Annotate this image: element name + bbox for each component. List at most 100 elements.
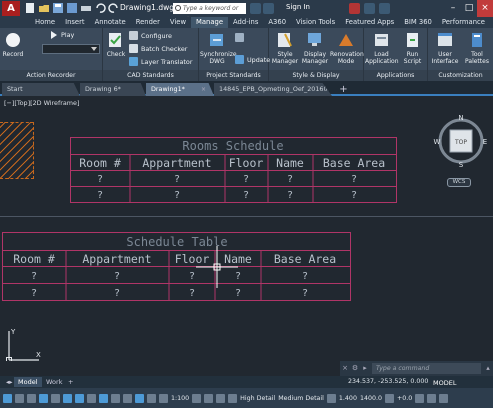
chevron-up-icon[interactable]: ▴ — [483, 361, 493, 376]
clean-screen-icon[interactable] — [427, 393, 437, 403]
record-button[interactable]: Record — [2, 31, 24, 58]
lock-ui-icon[interactable] — [228, 393, 238, 403]
file-tab-opmeting[interactable]: 14845_EPB_Opmeting_Oef_20160929* — [214, 83, 332, 96]
compass-north[interactable]: N — [458, 114, 463, 122]
sign-in-button[interactable]: Sign In — [286, 3, 310, 11]
binoculars-icon[interactable] — [250, 3, 261, 14]
wcs-menu[interactable]: WCS — [447, 178, 471, 187]
cut-plane-value[interactable]: 1400.0 — [360, 395, 382, 402]
close-tab-icon[interactable]: × — [201, 83, 206, 96]
lineweight-icon[interactable] — [111, 393, 120, 403]
close-icon[interactable]: × — [477, 0, 493, 17]
action-macro-dropdown[interactable] — [42, 44, 100, 54]
snap-icon[interactable] — [15, 393, 24, 403]
schedule-table[interactable]: Schedule Table Room # Appartment Floor N… — [2, 232, 354, 302]
model-space-toggle[interactable]: MODEL — [431, 378, 459, 388]
save-as-icon[interactable] — [66, 2, 78, 14]
tab-featured-apps[interactable]: Featured Apps — [340, 17, 399, 28]
maximize-icon[interactable]: □ — [461, 0, 477, 17]
synchronize-dwg-button[interactable]: Synchronize DWG — [200, 31, 237, 65]
compass-west[interactable]: W — [434, 138, 441, 146]
close-icon[interactable]: × — [340, 361, 350, 376]
file-tab-drawing6[interactable]: Drawing 6* — [80, 83, 146, 96]
viewport-controls-label[interactable]: [−][Top][2D Wireframe] — [4, 99, 79, 107]
dynamic-input-icon[interactable] — [39, 393, 48, 403]
layer-translator-button[interactable]: Layer Translator — [129, 57, 192, 66]
tab-model[interactable]: Model — [14, 377, 42, 387]
check-button[interactable]: Check — [105, 31, 127, 58]
tab-manage[interactable]: Manage — [191, 17, 229, 28]
elevation-offset[interactable]: +0.0 — [397, 395, 412, 402]
exchange-icon[interactable] — [349, 3, 360, 14]
units-icon[interactable] — [204, 393, 214, 403]
tab-a360[interactable]: A360 — [263, 17, 291, 28]
infer-constraints-icon[interactable] — [27, 393, 36, 403]
renovation-mode-button[interactable]: Renovation Mode — [330, 31, 364, 65]
file-tab-drawing1[interactable]: Drawing1* × — [146, 83, 214, 96]
tab-annotate[interactable]: Annotate — [90, 17, 131, 28]
tab-bim-360[interactable]: BIM 360 — [399, 17, 437, 28]
tab-performance[interactable]: Performance — [437, 17, 490, 28]
project-standards-button[interactable] — [235, 33, 244, 42]
search-input[interactable]: Type a keyword or phrase — [173, 3, 246, 23]
configure-button[interactable]: Configure — [129, 31, 172, 40]
drawing-canvas[interactable]: [−][Top][2D Wireframe] Rooms Schedule Ro… — [0, 96, 493, 361]
save-icon[interactable] — [52, 2, 64, 14]
annotation-scale[interactable]: 1:100 — [171, 395, 189, 402]
workspace-icon[interactable] — [192, 393, 202, 403]
tab-insert[interactable]: Insert — [60, 17, 90, 28]
quick-properties-icon[interactable] — [216, 393, 226, 403]
transparency-icon[interactable] — [123, 393, 132, 403]
open-icon[interactable] — [38, 2, 50, 14]
surface-hatch-icon[interactable] — [326, 393, 336, 403]
customization-menu-icon[interactable] — [439, 393, 449, 403]
selection-cycling-icon[interactable] — [135, 393, 144, 403]
auto-scale-icon[interactable] — [159, 393, 168, 403]
play-button[interactable]: Play — [50, 31, 74, 39]
elevation-value[interactable]: 1.400 — [339, 395, 357, 402]
tab-view[interactable]: View — [165, 17, 191, 28]
style-manager-button[interactable]: Style Manager — [271, 31, 299, 65]
annotation-visibility-icon[interactable] — [147, 393, 156, 403]
display-configuration-medium[interactable]: Medium Detail — [278, 395, 324, 402]
add-layout-button[interactable]: + — [64, 377, 77, 387]
redo-icon[interactable] — [108, 2, 120, 14]
isometric-icon[interactable] — [75, 393, 84, 403]
coordinate-readout[interactable]: 234.537, -253.525, 0.000 — [348, 376, 428, 388]
ortho-icon[interactable] — [51, 393, 60, 403]
object-snap-tracking-icon[interactable] — [87, 393, 96, 403]
undo-icon[interactable] — [94, 2, 106, 14]
viewcube[interactable]: TOP N S E W — [432, 112, 490, 187]
a360-icon[interactable] — [364, 3, 375, 14]
tab-add-ins[interactable]: Add-ins — [228, 17, 263, 28]
tab-work[interactable]: Work — [42, 377, 66, 387]
object-snap-icon[interactable] — [99, 393, 108, 403]
update-button[interactable]: Update — [235, 55, 270, 64]
plot-icon[interactable] — [80, 2, 92, 14]
wrench-icon[interactable]: ⚙ — [350, 361, 360, 376]
command-history-icon[interactable]: ▸ — [360, 361, 370, 376]
compass-south[interactable]: S — [459, 161, 464, 169]
new-icon[interactable] — [24, 2, 36, 14]
display-configuration-high[interactable]: High Detail — [240, 395, 275, 402]
tab-vision-tools[interactable]: Vision Tools — [291, 17, 340, 28]
grid-icon[interactable] — [3, 393, 12, 403]
minimize-icon[interactable]: – — [445, 0, 461, 17]
rooms-schedule-table[interactable]: Rooms Schedule Room # Appartment Floor N… — [70, 137, 398, 205]
application-menu-button[interactable]: A — [2, 1, 20, 16]
batch-checker-button[interactable]: Batch Checker — [129, 44, 187, 53]
user-interface-button[interactable]: User Interface — [429, 31, 461, 65]
hardware-acceleration-icon[interactable] — [415, 393, 425, 403]
display-manager-button[interactable]: Display Manager — [300, 31, 330, 65]
tab-render[interactable]: Render — [131, 17, 165, 28]
run-script-button[interactable]: Run Script — [399, 31, 426, 65]
file-tab-start[interactable]: Start — [2, 83, 80, 96]
load-application-button[interactable]: Load Application — [365, 31, 399, 65]
tool-palettes-button[interactable]: Tool Palettes — [462, 31, 492, 65]
isolate-icon[interactable] — [385, 393, 394, 403]
compass-east[interactable]: E — [483, 138, 487, 146]
tab-home[interactable]: Home — [30, 17, 60, 28]
account-icon[interactable] — [263, 3, 274, 14]
polar-icon[interactable] — [63, 393, 72, 403]
new-tab-button[interactable]: + — [338, 84, 349, 95]
